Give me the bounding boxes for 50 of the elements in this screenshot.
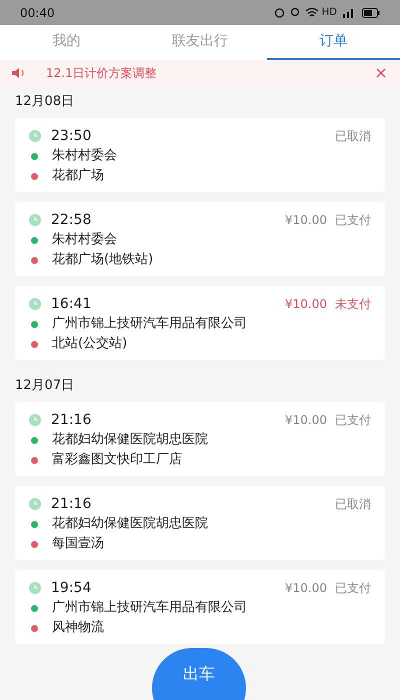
end-location: 花都广场(地铁站): [52, 251, 154, 270]
network-type: HD: [322, 6, 337, 20]
start-location: 朱村村委会: [52, 231, 117, 250]
order-status: 已支付: [335, 580, 371, 597]
end-location: 风神物流: [52, 619, 104, 638]
order-time: 16:41: [51, 294, 92, 314]
wifi-icon: [304, 7, 319, 18]
order-card[interactable]: 23:50 已取消 朱村村委会 花都广场: [15, 118, 385, 192]
order-card[interactable]: 21:16 ¥10.00 已支付 花都妇幼保健医院胡忠医院 富彩鑫图文快印工厂店: [15, 402, 385, 476]
clock-icon: [29, 214, 41, 226]
order-card[interactable]: 22:58 ¥10.00 已支付 朱村村委会 花都广场(地铁站): [15, 202, 385, 276]
start-location: 广州市锦上技研汽车用品有限公司: [52, 315, 247, 334]
order-status: 已取消: [335, 128, 371, 145]
order-card[interactable]: 16:41 ¥10.00 未支付 广州市锦上技研汽车用品有限公司 北站(公交站): [15, 286, 385, 360]
order-time: 23:50: [51, 126, 92, 146]
order-price: ¥10.00: [285, 412, 327, 429]
close-button[interactable]: [374, 66, 388, 80]
status-time: 00:40: [20, 4, 55, 22]
end-location: 花都广场: [52, 167, 104, 186]
battery-icon: [362, 8, 380, 18]
clock-icon: [29, 298, 41, 310]
start-location: 朱村村委会: [52, 147, 117, 166]
order-price: ¥10.00: [285, 296, 327, 313]
order-price: ¥10.00: [285, 212, 327, 229]
date-heading: 12月07日: [15, 377, 76, 396]
order-card[interactable]: 19:54 ¥10.00 已支付 广州市锦上技研汽车用品有限公司 风神物流: [15, 570, 385, 644]
end-location: 每国壹汤: [52, 535, 104, 554]
order-price: ¥10.00: [285, 580, 327, 597]
order-status: 已支付: [335, 412, 371, 429]
notice-text[interactable]: 12.1日计价方案调整: [46, 64, 374, 82]
date-heading: 12月08日: [15, 93, 76, 112]
clock-icon: [29, 414, 41, 426]
clock-icon: [29, 582, 41, 594]
start-location: 花都妇幼保健医院胡忠医院: [52, 431, 208, 450]
order-status: 未支付: [335, 296, 371, 313]
order-status: 已取消: [335, 496, 371, 513]
start-location: 花都妇幼保健医院胡忠医院: [52, 515, 208, 534]
signal-icon: [342, 7, 356, 18]
dispatch-button[interactable]: 出车: [152, 648, 246, 700]
order-time: 19:54: [51, 578, 92, 598]
order-card[interactable]: 21:16 已取消 花都妇幼保健医院胡忠医院 每国壹汤: [15, 486, 385, 560]
start-location: 广州市锦上技研汽车用品有限公司: [52, 599, 247, 618]
order-status: 已支付: [335, 212, 371, 229]
clock-icon: [29, 130, 41, 142]
order-time: 22:58: [51, 210, 92, 230]
clock-icon: [29, 498, 41, 510]
end-location: 北站(公交站): [52, 335, 128, 354]
order-time: 21:16: [51, 410, 92, 430]
order-time: 21:16: [51, 494, 92, 514]
end-location: 富彩鑫图文快印工厂店: [52, 451, 182, 470]
